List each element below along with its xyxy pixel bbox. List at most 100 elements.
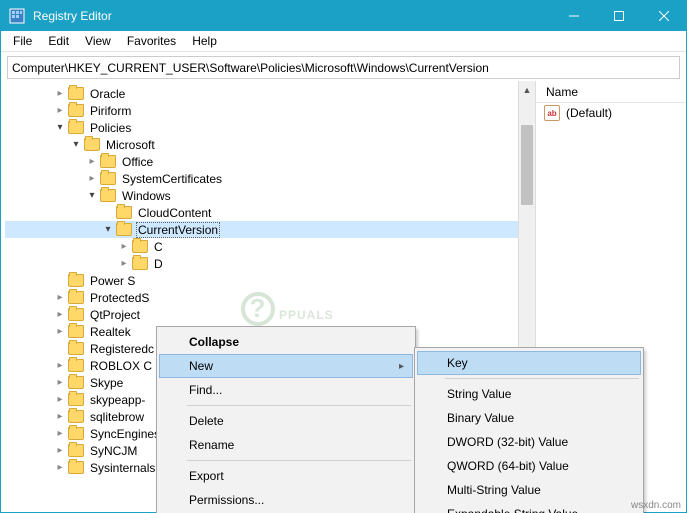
separator xyxy=(187,405,411,406)
folder-icon xyxy=(68,359,84,372)
expand-icon[interactable] xyxy=(53,376,67,390)
tree-item-qtproject[interactable]: QtProject xyxy=(5,306,535,323)
ctx-new-qword[interactable]: QWORD (64-bit) Value xyxy=(417,454,641,478)
folder-icon xyxy=(68,427,84,440)
ctx-new-expandstring[interactable]: Expandable String Value xyxy=(417,502,641,513)
titlebar[interactable]: Registry Editor xyxy=(1,1,686,31)
attribution: wsxdn.com xyxy=(631,500,681,511)
expand-icon[interactable] xyxy=(53,393,67,407)
ctx-new-key[interactable]: Key xyxy=(417,351,641,375)
context-submenu-new: Key String Value Binary Value DWORD (32-… xyxy=(414,347,644,513)
address-bar[interactable]: Computer\HKEY_CURRENT_USER\Software\Poli… xyxy=(7,56,680,79)
tree-item-microsoft[interactable]: Microsoft xyxy=(5,136,535,153)
tree-item-systemcertificates[interactable]: SystemCertificates xyxy=(5,170,535,187)
ctx-permissions[interactable]: Permissions... xyxy=(159,488,413,512)
expand-icon[interactable] xyxy=(53,291,67,305)
separator xyxy=(445,378,639,379)
selected-label: CurrentVersion xyxy=(136,222,220,238)
window-title: Registry Editor xyxy=(33,9,551,23)
context-menu: Collapse New Find... Delete Rename Expor… xyxy=(156,326,416,513)
menu-file[interactable]: File xyxy=(5,32,40,50)
ctx-new-string[interactable]: String Value xyxy=(417,382,641,406)
content-area: ?PPUALS Oracle Piriform Policies Microso… xyxy=(1,81,686,512)
expand-icon[interactable] xyxy=(85,172,99,186)
folder-icon xyxy=(100,172,116,185)
ctx-delete[interactable]: Delete xyxy=(159,409,413,433)
menu-help[interactable]: Help xyxy=(184,32,225,50)
tree-item-child-c[interactable]: C xyxy=(5,238,535,255)
folder-icon xyxy=(68,393,84,406)
registry-editor-icon xyxy=(9,8,25,24)
tree-item-windows[interactable]: Windows xyxy=(5,187,535,204)
expand-icon[interactable] xyxy=(53,87,67,101)
expand-icon[interactable] xyxy=(117,257,131,271)
window-controls xyxy=(551,1,686,31)
string-value-icon: ab xyxy=(544,105,560,121)
folder-icon xyxy=(100,155,116,168)
tree-item-office[interactable]: Office xyxy=(5,153,535,170)
collapse-icon[interactable] xyxy=(85,189,99,203)
minimize-button[interactable] xyxy=(551,1,596,31)
ctx-rename[interactable]: Rename xyxy=(159,433,413,457)
ctx-new-binary[interactable]: Binary Value xyxy=(417,406,641,430)
expand-icon[interactable] xyxy=(53,427,67,441)
ctx-find[interactable]: Find... xyxy=(159,378,413,402)
registry-editor-window: Registry Editor File Edit View Favorites… xyxy=(0,0,687,513)
folder-icon xyxy=(100,189,116,202)
folder-icon xyxy=(68,121,84,134)
no-expand-icon xyxy=(53,342,67,356)
expand-icon[interactable] xyxy=(85,155,99,169)
ctx-new-multistring[interactable]: Multi-String Value xyxy=(417,478,641,502)
folder-icon xyxy=(68,104,84,117)
expand-icon[interactable] xyxy=(53,359,67,373)
ctx-collapse[interactable]: Collapse xyxy=(159,330,413,354)
collapse-icon[interactable] xyxy=(69,138,83,152)
tree-item-policies[interactable]: Policies xyxy=(5,119,535,136)
ctx-new[interactable]: New xyxy=(159,354,413,378)
close-button[interactable] xyxy=(641,1,686,31)
folder-icon xyxy=(116,206,132,219)
ctx-new-dword[interactable]: DWORD (32-bit) Value xyxy=(417,430,641,454)
expand-icon[interactable] xyxy=(53,461,67,475)
value-row-default[interactable]: ab (Default) xyxy=(536,103,686,123)
scroll-up-icon[interactable]: ▲ xyxy=(519,81,535,98)
folder-icon xyxy=(68,342,84,355)
expand-icon[interactable] xyxy=(53,444,67,458)
menubar: File Edit View Favorites Help xyxy=(1,31,686,52)
expand-icon[interactable] xyxy=(53,410,67,424)
tree-item-piriform[interactable]: Piriform xyxy=(5,102,535,119)
tree-item-oracle[interactable]: Oracle xyxy=(5,85,535,102)
folder-icon xyxy=(68,291,84,304)
folder-icon xyxy=(68,274,84,287)
column-header-name[interactable]: Name xyxy=(536,81,686,103)
collapse-icon[interactable] xyxy=(101,223,115,237)
value-name: (Default) xyxy=(566,106,612,120)
expand-icon[interactable] xyxy=(53,308,67,322)
menu-edit[interactable]: Edit xyxy=(40,32,77,50)
folder-icon xyxy=(68,308,84,321)
scroll-thumb[interactable] xyxy=(521,125,533,205)
tree-item-child-d[interactable]: D xyxy=(5,255,535,272)
tree-item-protected[interactable]: ProtectedS xyxy=(5,289,535,306)
tree-item-currentversion[interactable]: CurrentVersion xyxy=(5,221,535,238)
tree-item-cloudcontent[interactable]: CloudContent xyxy=(5,204,535,221)
expand-icon[interactable] xyxy=(117,240,131,254)
folder-icon xyxy=(116,223,132,236)
menu-favorites[interactable]: Favorites xyxy=(119,32,184,50)
folder-icon xyxy=(68,410,84,423)
expand-icon[interactable] xyxy=(53,104,67,118)
folder-icon xyxy=(68,325,84,338)
folder-icon xyxy=(132,257,148,270)
expand-icon[interactable] xyxy=(53,325,67,339)
ctx-export[interactable]: Export xyxy=(159,464,413,488)
folder-icon xyxy=(84,138,100,151)
folder-icon xyxy=(68,461,84,474)
folder-icon xyxy=(68,87,84,100)
no-expand-icon xyxy=(53,274,67,288)
tree-item-power[interactable]: Power S xyxy=(5,272,535,289)
folder-icon xyxy=(132,240,148,253)
no-expand-icon xyxy=(101,206,115,220)
maximize-button[interactable] xyxy=(596,1,641,31)
collapse-icon[interactable] xyxy=(53,121,67,135)
menu-view[interactable]: View xyxy=(77,32,119,50)
